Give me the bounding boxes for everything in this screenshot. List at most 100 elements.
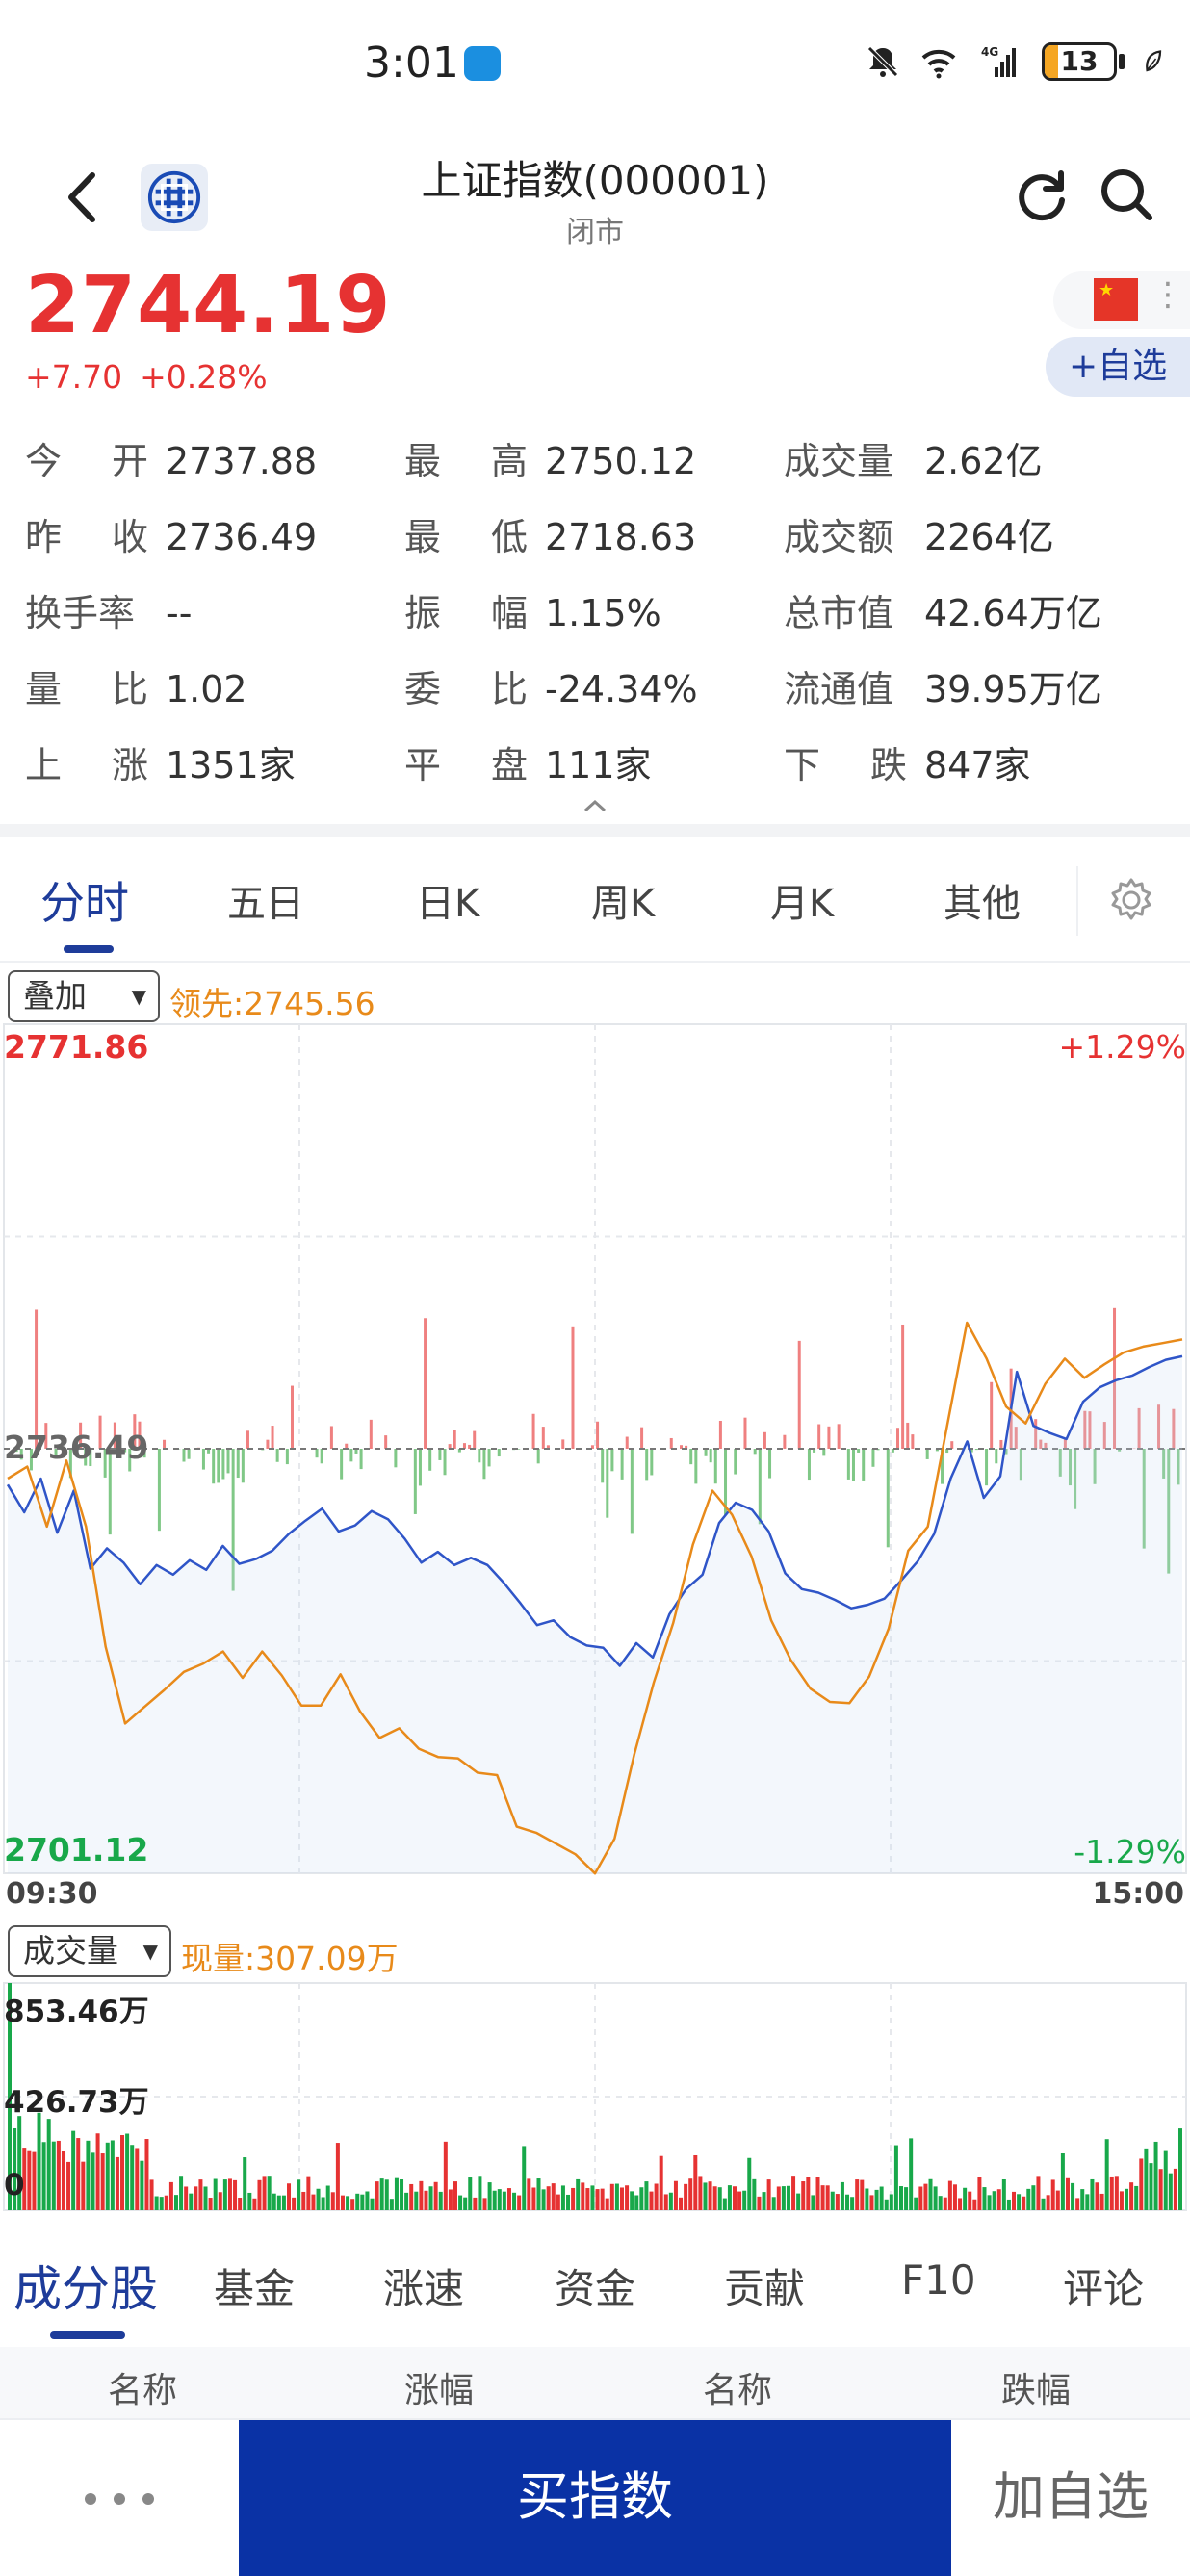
- volume-bar-down: [1125, 2188, 1129, 2210]
- current-volume-label: 现量:307.09万: [181, 1940, 399, 1977]
- volume-bar-down: [203, 2186, 208, 2210]
- volume-bar-up: [757, 2196, 762, 2210]
- collapse-chevron-icon[interactable]: [582, 797, 608, 814]
- volume-bar-up: [27, 2150, 32, 2210]
- stat-item: 成交量 2.62亿: [784, 431, 1043, 484]
- col-name-2[interactable]: 名称: [703, 2362, 772, 2412]
- volume-bar-down: [982, 2187, 987, 2210]
- buy-pressure-bar: [271, 1426, 274, 1449]
- sell-pressure-bar: [822, 1449, 826, 1456]
- stat-label: 成交额: [784, 516, 894, 558]
- volume-bar-up: [453, 2181, 457, 2210]
- volume-chart[interactable]: 853.46万 426.73万 0: [0, 1981, 1190, 2212]
- volume-bar-up: [1158, 2169, 1163, 2210]
- stat-value: 2737.88: [166, 440, 318, 482]
- volume-bar-down: [355, 2193, 360, 2210]
- volume-bar-up: [679, 2197, 684, 2210]
- buy-pressure-bar: [384, 1435, 388, 1449]
- volume-bar-down: [1153, 2141, 1158, 2210]
- sell-pressure-bar: [187, 1449, 191, 1459]
- intraday-chart[interactable]: 2771.86 2736.49 2701.12 +1.29% -1.29% 09…: [0, 1020, 1190, 1911]
- tab-speed[interactable]: 涨速: [383, 2256, 464, 2315]
- volume-bar-down: [110, 2140, 115, 2210]
- volume-bar-down: [154, 2196, 159, 2210]
- stats-row: 昨收 2736.49 最低 2718.63 成交额 2264亿: [0, 507, 1190, 565]
- col-name-1[interactable]: 名称: [108, 2362, 177, 2412]
- status-bar: 3:01 4G 13: [0, 0, 1190, 125]
- sell-pressure-bar: [630, 1449, 634, 1534]
- tab-constituents[interactable]: 成分股: [13, 2251, 158, 2320]
- tab-five-day[interactable]: 五日: [227, 872, 304, 928]
- volume-bar-down: [222, 2179, 227, 2210]
- stat-item: 昨收 2736.49: [25, 507, 317, 560]
- tab-intraday[interactable]: 分时: [40, 868, 129, 932]
- volume-bar-down: [125, 2133, 130, 2210]
- volume-bar-up: [855, 2179, 860, 2210]
- stat-item: 平盘 111家: [404, 735, 652, 788]
- tab-comments[interactable]: 评论: [1063, 2256, 1144, 2315]
- sell-pressure-bar: [236, 1449, 240, 1479]
- tab-funds[interactable]: 基金: [214, 2256, 295, 2315]
- sell-pressure-bar: [974, 1449, 978, 1451]
- refresh-icon[interactable]: [1011, 164, 1073, 225]
- sell-pressure-bar: [359, 1449, 363, 1470]
- volume-bar-up: [1022, 2196, 1026, 2210]
- buy-pressure-bar: [990, 1381, 994, 1449]
- tab-contribution[interactable]: 贡献: [724, 2256, 805, 2315]
- overlay-dropdown[interactable]: 叠加 ▼: [8, 970, 160, 1022]
- buy-pressure-bar: [817, 1424, 821, 1449]
- volume-bar-up: [869, 2195, 874, 2210]
- stat-value: 111家: [545, 744, 652, 786]
- volume-bar-down: [86, 2140, 91, 2210]
- volume-bar-up: [66, 2161, 71, 2210]
- stat-value: -24.34%: [545, 668, 698, 710]
- volume-bar-up: [292, 2197, 297, 2210]
- volume-bar-up: [663, 2194, 668, 2210]
- volume-bar-up: [252, 2198, 257, 2210]
- tab-monthly-k[interactable]: 月K: [770, 872, 834, 928]
- volume-bar-up: [340, 2195, 345, 2210]
- buy-pressure-bar: [329, 1426, 333, 1449]
- tab-daily-k[interactable]: 日K: [416, 872, 479, 928]
- volume-bar-up: [262, 2176, 267, 2210]
- buy-pressure-bar: [625, 1436, 629, 1449]
- active-tab-indicator: [64, 945, 114, 953]
- buy-index-button[interactable]: 买指数: [239, 2420, 951, 2576]
- more-vertical-icon[interactable]: ⋮: [1151, 275, 1184, 314]
- volume-bar-down: [389, 2199, 394, 2210]
- vol-mid-label: 426.73万: [4, 2085, 149, 2120]
- buy-pressure-bar: [950, 1441, 954, 1449]
- buy-pressure-bar: [999, 1439, 1003, 1449]
- add-watchlist-button[interactable]: +自选: [1046, 337, 1190, 397]
- volume-bar-up: [806, 2177, 811, 2210]
- tab-weekly-k[interactable]: 周K: [591, 872, 655, 928]
- volume-bar-down: [276, 2195, 281, 2210]
- stat-label: 下跌: [784, 744, 907, 786]
- add-watchlist-bottom-button[interactable]: 加自选: [951, 2420, 1190, 2576]
- battery-tip: [1119, 54, 1125, 69]
- col-change-down[interactable]: 跌幅: [1001, 2362, 1071, 2412]
- buy-pressure-bar: [901, 1324, 905, 1449]
- tab-f10[interactable]: F10: [901, 2256, 976, 2304]
- sell-pressure-bar: [807, 1449, 811, 1481]
- volume-bar-down: [630, 2191, 634, 2210]
- volume-bar-up: [923, 2183, 928, 2210]
- volume-dropdown-label: 成交量: [23, 1932, 118, 1970]
- volume-bar-up: [684, 2183, 688, 2210]
- tab-capital[interactable]: 资金: [555, 2256, 635, 2315]
- volume-bar-up: [1099, 2193, 1104, 2210]
- message-notification-icon: [464, 46, 501, 81]
- status-time: 3:01: [364, 39, 459, 88]
- search-icon[interactable]: [1096, 164, 1157, 225]
- volume-bar-down: [105, 2142, 110, 2210]
- volume-dropdown[interactable]: 成交量 ▼: [8, 1925, 171, 1977]
- volume-bar-down: [1041, 2198, 1046, 2210]
- tab-other[interactable]: 其他: [944, 872, 1021, 928]
- settings-gear-icon[interactable]: [1107, 876, 1155, 924]
- col-change-up[interactable]: 涨幅: [404, 2362, 474, 2412]
- volume-bar-up: [76, 2138, 81, 2210]
- volume-bar-up: [698, 2176, 703, 2210]
- more-options-button[interactable]: [0, 2420, 239, 2576]
- stat-value: 2.62亿: [924, 440, 1043, 482]
- volume-bar-up: [433, 2181, 438, 2210]
